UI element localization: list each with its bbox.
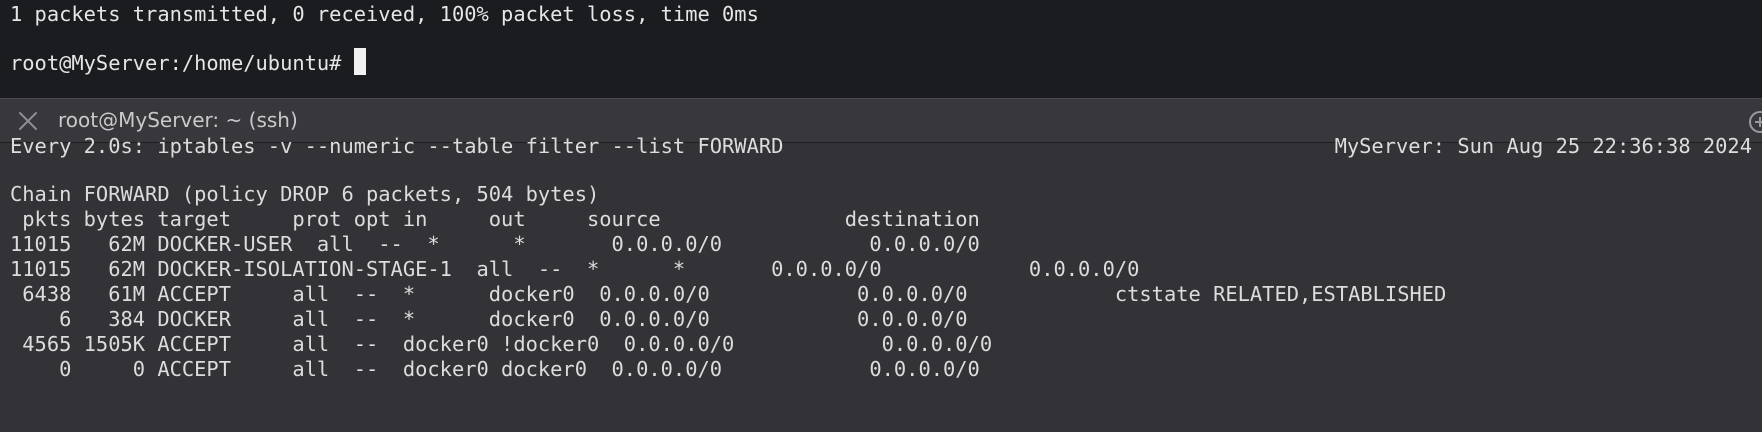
top-terminal-pane[interactable]: 1 packets transmitted, 0 received, 100% … (0, 0, 1762, 98)
watch-header-timestamp: MyServer: Sun Aug 25 22:36:38 2024 (1334, 134, 1752, 158)
table-row: 6438 61M ACCEPT all -- * docker0 0.0.0.0… (10, 282, 1447, 306)
terminal-prompt-line: root@MyServer:/home/ubuntu# (10, 48, 366, 77)
table-row: 6 384 DOCKER all -- * docker0 0.0.0.0/0 … (10, 307, 968, 331)
shell-prompt: root@MyServer:/home/ubuntu# (10, 51, 354, 75)
tab-title[interactable]: root@MyServer: ~ (ssh) (58, 107, 298, 133)
table-row: 0 0 ACCEPT all -- docker0 docker0 0.0.0.… (10, 357, 980, 381)
table-row: 11015 62M DOCKER-ISOLATION-STAGE-1 all -… (10, 257, 1140, 281)
table-row: 4565 1505K ACCEPT all -- docker0 !docker… (10, 332, 993, 356)
table-header: pkts bytes target prot opt in out source… (10, 207, 980, 231)
table-row: 11015 62M DOCKER-USER all -- * * 0.0.0.0… (10, 232, 980, 256)
close-icon[interactable] (17, 110, 39, 132)
chain-policy-line: Chain FORWARD (policy DROP 6 packets, 50… (10, 182, 600, 206)
terminal-output-line: 1 packets transmitted, 0 received, 100% … (10, 2, 759, 26)
watch-header-command: Every 2.0s: iptables -v --numeric --tabl… (10, 134, 784, 158)
text-cursor (353, 48, 366, 75)
watch-terminal-pane[interactable]: Every 2.0s: iptables -v --numeric --tabl… (0, 134, 1762, 432)
add-tab-icon[interactable] (1748, 110, 1762, 134)
